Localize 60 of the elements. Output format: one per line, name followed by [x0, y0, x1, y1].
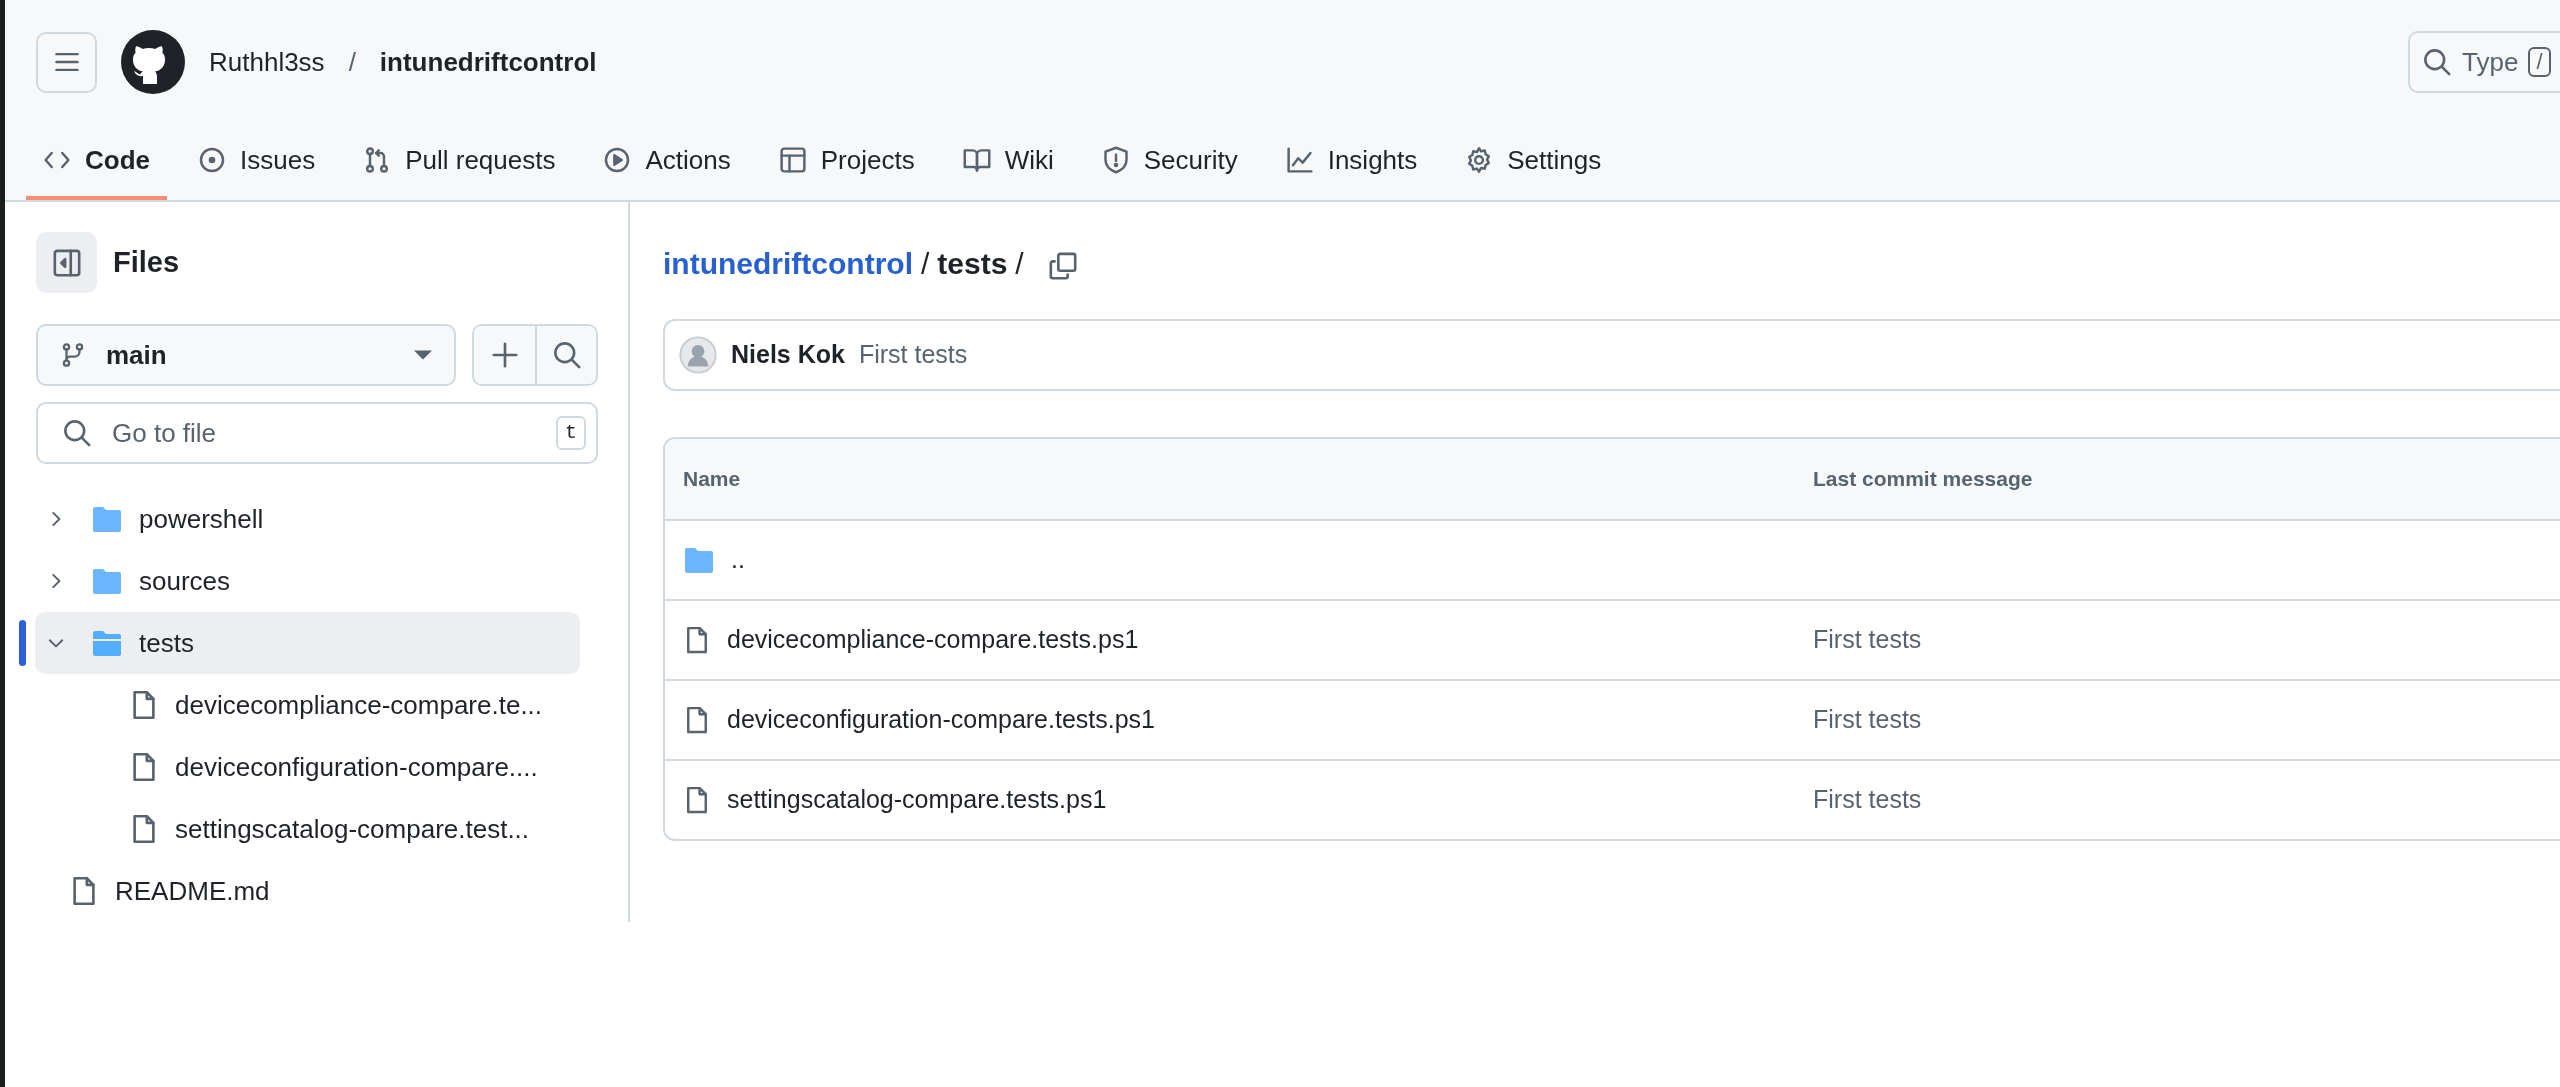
sidebar-title: Files [113, 244, 180, 280]
branch-icon [60, 342, 86, 368]
file-item[interactable]: devicecompliance-compare.te... [35, 674, 580, 736]
avatar-icon [679, 336, 717, 374]
play-icon [603, 146, 632, 174]
logo-icon[interactable] [121, 30, 185, 94]
search-icon [551, 340, 582, 370]
path-separator: / [348, 45, 356, 79]
column-header: Name [683, 466, 742, 493]
file-link[interactable]: settingscatalog-compare.tests.ps1 [727, 781, 1107, 819]
line-graph-icon [1285, 146, 1314, 174]
column-header: Last commit message [1813, 466, 2034, 493]
nav-tab[interactable]: Projects [761, 124, 932, 200]
nav-tab[interactable]: Settings [1448, 124, 1619, 200]
folder-item[interactable]: tests [35, 612, 580, 674]
panel-icon [51, 247, 82, 278]
copy-icon [1047, 250, 1078, 281]
commit-message-link[interactable]: First tests [1813, 625, 1922, 654]
nav-tab[interactable]: Wiki [945, 124, 1071, 200]
go-to-file-input[interactable]: Go to file [110, 412, 538, 454]
book-icon [962, 146, 991, 174]
caret-icon [414, 350, 432, 360]
shortcut-key: / [2528, 46, 2551, 78]
file-item[interactable]: README.md [35, 860, 580, 922]
owner-link[interactable]: Ruthhl3ss [209, 42, 325, 82]
search-icon [62, 418, 92, 448]
current-folder: tests [937, 245, 1008, 282]
nav-tab[interactable]: Issues [181, 124, 333, 200]
commit-author-link[interactable]: Niels Kok [731, 336, 845, 374]
search-field[interactable]: Type / [2408, 31, 2560, 93]
nav-tab[interactable]: Insights [1268, 124, 1435, 200]
file-item[interactable]: deviceconfiguration-compare.... [35, 736, 580, 798]
nav-tab[interactable]: Code [26, 124, 167, 200]
breadcrumb-link[interactable]: intunedriftcontrol [663, 240, 913, 286]
shortcut-key: t [556, 416, 586, 450]
parent-folder-link[interactable]: .. [731, 541, 745, 579]
search-button[interactable] [535, 326, 596, 384]
branch-selector[interactable]: main [36, 324, 456, 386]
search-icon [2422, 47, 2452, 77]
sidebar-toggle-button[interactable] [36, 232, 97, 293]
path-separator: / [1015, 245, 1024, 282]
folder-item[interactable]: sources [35, 550, 580, 612]
file-link[interactable]: deviceconfiguration-compare.tests.ps1 [727, 701, 1155, 739]
commit-message-link[interactable]: First tests [1813, 705, 1922, 734]
repo-link[interactable]: intunedriftcontrol [379, 42, 597, 82]
shield-icon [1101, 146, 1130, 174]
table-icon [778, 146, 807, 174]
nav-tab[interactable]: Actions [586, 124, 748, 200]
go-to-file-field[interactable]: Go to file t [36, 402, 598, 464]
circle-dot-icon [198, 146, 226, 174]
nav-tab[interactable]: Pull requests [346, 124, 573, 200]
menu-button[interactable] [36, 31, 97, 93]
file-link[interactable]: devicecompliance-compare.tests.ps1 [727, 621, 1139, 659]
folder-item[interactable]: powershell [35, 488, 580, 550]
commit-message-link[interactable]: First tests [1813, 785, 1922, 814]
nav-tab[interactable]: Security [1084, 124, 1255, 200]
add-file-button[interactable] [474, 326, 535, 384]
commit-message-link[interactable]: First tests [858, 336, 968, 374]
file-item[interactable]: settingscatalog-compare.test... [35, 798, 580, 860]
path-separator: / [920, 245, 930, 282]
